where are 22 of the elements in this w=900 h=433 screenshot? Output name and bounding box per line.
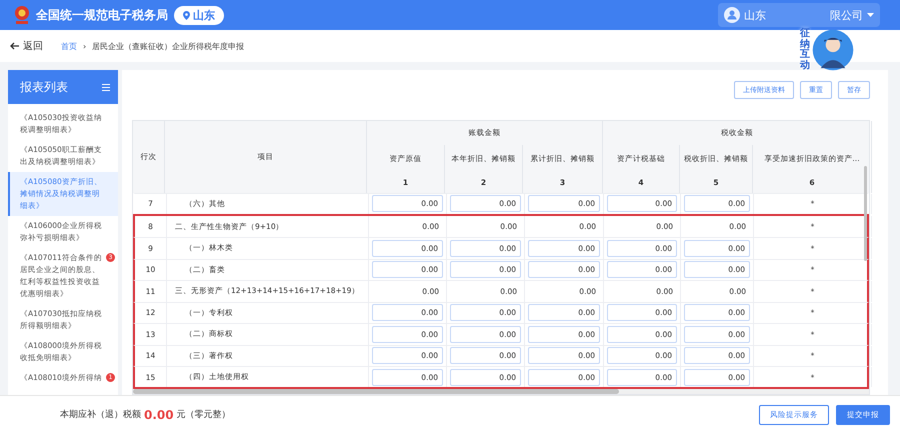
tax-unit: 元（零元整）: [176, 408, 231, 421]
breadcrumb-current: 居民企业（查账征收）企业所得税年度申报: [92, 40, 244, 52]
horizontal-scrollbar[interactable]: [133, 389, 869, 394]
tax-amount: 0.00: [144, 408, 174, 422]
assistant-avatar[interactable]: [812, 29, 854, 71]
vertical-scrollbar[interactable]: [864, 166, 867, 260]
user-name: 限公司: [830, 8, 863, 22]
back-arrow-icon: [10, 42, 19, 50]
user-name: 山东: [744, 8, 766, 22]
emblem-icon: [14, 5, 30, 25]
home-link[interactable]: 首页: [61, 40, 77, 52]
caret-icon: [867, 13, 874, 17]
back-link[interactable]: 返回: [10, 39, 43, 53]
tax-label: 本期应补（退）税额: [60, 408, 141, 421]
sidebar-title: 报表列表: [20, 78, 68, 96]
user-icon: [724, 7, 740, 23]
location-pin-icon: [183, 10, 190, 20]
menu-icon[interactable]: [102, 84, 110, 90]
breadcrumb-separator: ›: [83, 42, 86, 50]
region-button[interactable]: 山东: [174, 6, 224, 24]
site-title: 全国统一规范电子税务局: [36, 6, 168, 24]
assistant-label[interactable]: 征纳互动: [800, 29, 810, 71]
